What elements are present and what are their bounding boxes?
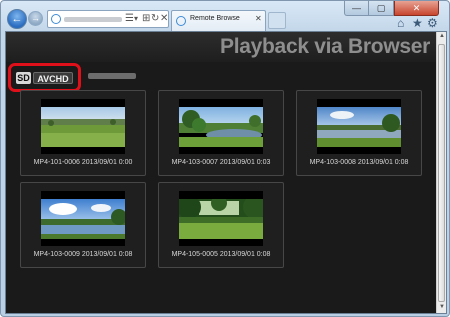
close-window-button[interactable]: ✕ bbox=[394, 1, 439, 16]
video-caption: MP4-103-0007 2013/09/01 0:03 bbox=[171, 159, 271, 166]
scroll-up-arrow-icon[interactable]: ▲ bbox=[437, 33, 446, 39]
search-icon[interactable]: ☰ bbox=[125, 12, 134, 26]
close-icon[interactable]: ✕ bbox=[255, 14, 262, 23]
title-bar: ← → ☰ ▾ ⊞ ↻ ✕ Remote Browse ✕ — ▢ ✕ ⌂ ★ … bbox=[1, 1, 449, 31]
forest-meadow-scene-image bbox=[179, 199, 263, 239]
page-title: Playback via Browser bbox=[220, 35, 430, 58]
new-tab-button[interactable] bbox=[268, 12, 286, 29]
scroll-thumb[interactable] bbox=[438, 44, 445, 302]
maximize-button[interactable]: ▢ bbox=[369, 1, 394, 16]
video-caption: MP4-103-0009 2013/09/01 0:08 bbox=[33, 251, 133, 258]
device-name-redacted bbox=[88, 73, 136, 79]
tab-title: Remote Browse bbox=[190, 15, 240, 22]
page-viewport: Playback via Browser SD AVCHD MP4-101-00… bbox=[5, 31, 447, 314]
compatibility-view-icon[interactable]: ⊞ bbox=[142, 12, 150, 26]
lake-scene-image bbox=[317, 107, 401, 147]
pond-scene-image bbox=[179, 107, 263, 147]
scroll-down-arrow-icon[interactable]: ▼ bbox=[437, 304, 446, 310]
video-thumbnail[interactable] bbox=[41, 191, 125, 246]
page-header: Playback via Browser bbox=[6, 32, 436, 62]
video-thumbnail[interactable] bbox=[179, 99, 263, 154]
avchd-format-button[interactable]: AVCHD bbox=[33, 72, 73, 84]
home-icon[interactable]: ⌂ bbox=[397, 16, 404, 30]
favorites-star-icon[interactable]: ★ bbox=[412, 16, 423, 30]
minimize-button[interactable]: — bbox=[344, 1, 369, 16]
gear-icon[interactable]: ⚙ bbox=[427, 16, 438, 30]
video-card[interactable]: MP4-101-0006 2013/09/01 0:00 bbox=[20, 90, 146, 176]
video-caption: MP4-105-0005 2013/09/01 0:08 bbox=[171, 251, 271, 258]
address-bar[interactable]: ☰ ▾ ⊞ ↻ ✕ bbox=[47, 10, 169, 28]
cloudy-lake-scene-image bbox=[41, 199, 125, 239]
video-thumbnail[interactable] bbox=[179, 191, 263, 246]
stop-icon[interactable]: ✕ bbox=[160, 12, 168, 26]
video-thumbnail[interactable] bbox=[317, 99, 401, 154]
sd-format-button[interactable]: SD bbox=[16, 72, 31, 84]
video-card[interactable]: MP4-105-0005 2013/09/01 0:08 bbox=[158, 182, 284, 268]
video-card[interactable]: MP4-103-0007 2013/09/01 0:03 bbox=[158, 90, 284, 176]
tab-remote-browse[interactable]: Remote Browse ✕ bbox=[171, 10, 266, 31]
refresh-icon[interactable]: ↻ bbox=[151, 12, 159, 26]
vertical-scrollbar[interactable]: ▲ ▼ bbox=[436, 32, 446, 313]
format-selector: SD AVCHD bbox=[8, 63, 81, 92]
page-globe-icon bbox=[51, 14, 61, 24]
video-card[interactable]: MP4-103-0008 2013/09/01 0:08 bbox=[296, 90, 422, 176]
video-card[interactable]: MP4-103-0009 2013/09/01 0:08 bbox=[20, 182, 146, 268]
forward-button[interactable]: → bbox=[28, 11, 43, 26]
video-thumbnail[interactable] bbox=[41, 99, 125, 154]
meadow-scene-image bbox=[41, 107, 125, 147]
video-caption: MP4-103-0008 2013/09/01 0:08 bbox=[309, 159, 409, 166]
chevron-down-icon[interactable]: ▾ bbox=[134, 12, 138, 26]
browser-window: ← → ☰ ▾ ⊞ ↻ ✕ Remote Browse ✕ — ▢ ✕ ⌂ ★ … bbox=[0, 0, 450, 317]
video-caption: MP4-101-0006 2013/09/01 0:00 bbox=[33, 159, 133, 166]
back-button[interactable]: ← bbox=[7, 9, 27, 29]
address-text-redacted bbox=[64, 17, 122, 22]
page-globe-icon bbox=[176, 16, 186, 26]
